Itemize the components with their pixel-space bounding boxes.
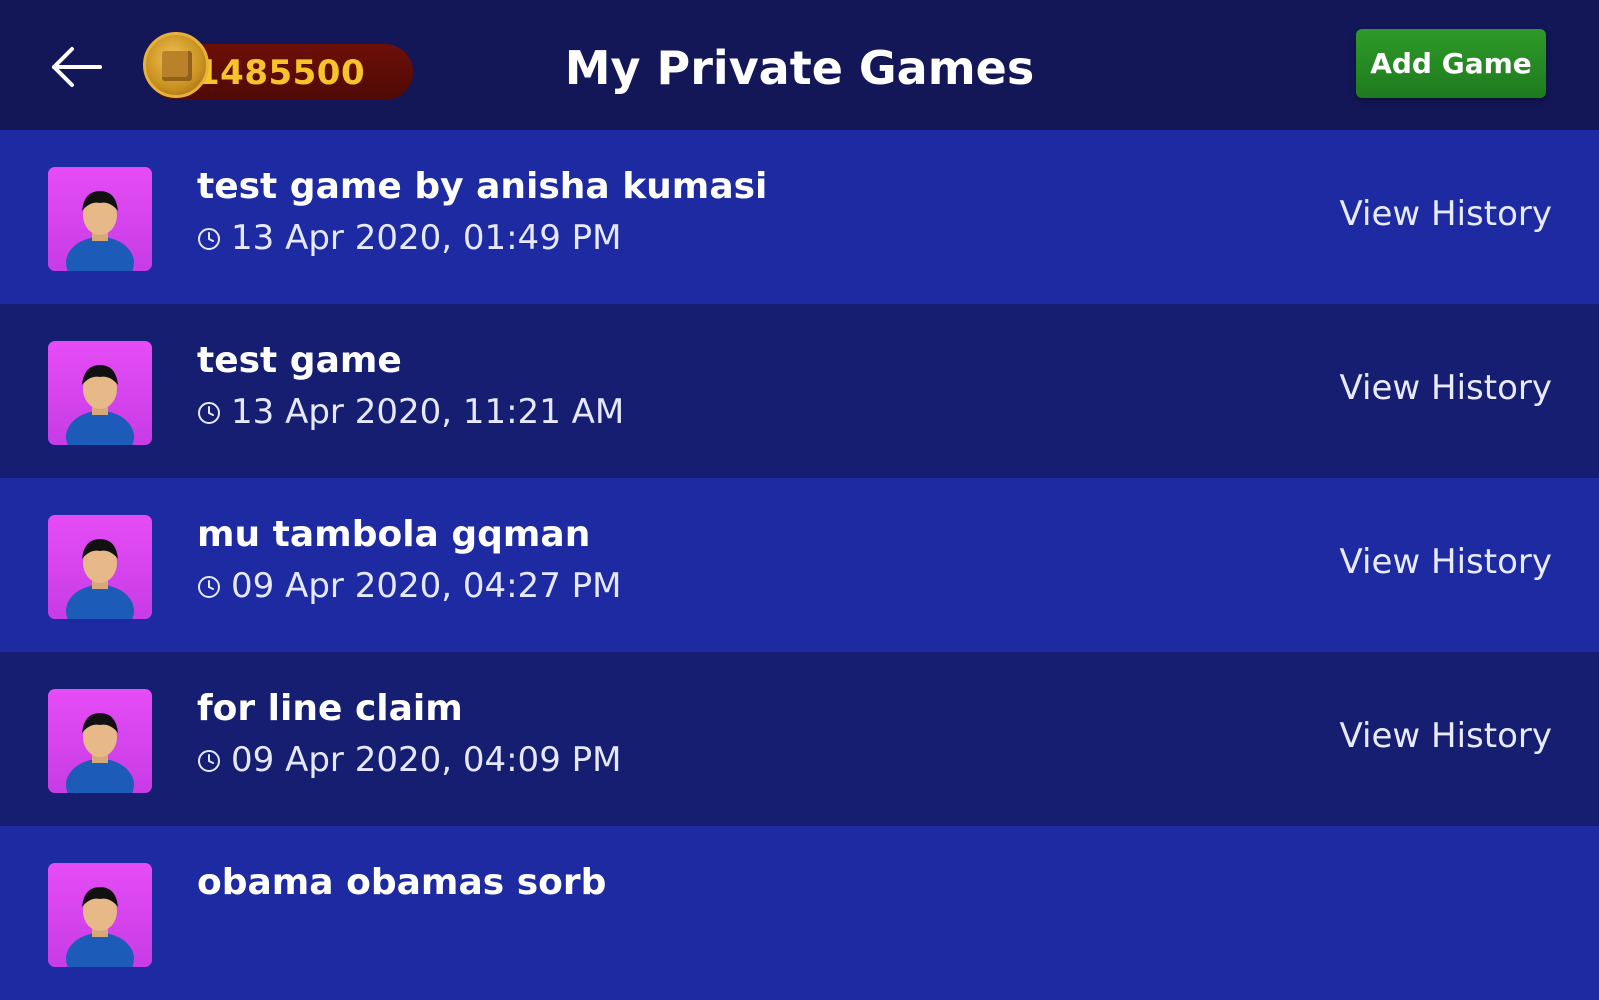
game-datetime-text: 09 Apr 2020, 04:09 PM bbox=[231, 740, 622, 780]
game-row[interactable]: mu tambola gqman 09 Apr 2020, 04:27 PM Vi… bbox=[0, 478, 1599, 652]
game-datetime-text: 13 Apr 2020, 11:21 AM bbox=[231, 392, 625, 432]
user-avatar-icon bbox=[48, 863, 152, 967]
view-history-link[interactable]: View History bbox=[1340, 538, 1552, 586]
game-name: mu tambola gqman bbox=[197, 514, 591, 555]
game-row[interactable]: for line claim 09 Apr 2020, 04:09 PM View… bbox=[0, 652, 1599, 826]
game-row[interactable]: test game 13 Apr 2020, 11:21 AM View Hist… bbox=[0, 304, 1599, 478]
game-name: test game bbox=[197, 340, 402, 381]
game-name: test game by anisha kumasi bbox=[197, 166, 768, 207]
game-datetime: 13 Apr 2020, 11:21 AM bbox=[197, 389, 624, 435]
clock-icon bbox=[198, 750, 220, 772]
user-avatar-icon bbox=[48, 341, 152, 445]
user-avatar-icon bbox=[48, 689, 152, 793]
game-datetime-text: 13 Apr 2020, 01:49 PM bbox=[231, 218, 622, 258]
user-avatar-icon bbox=[48, 167, 152, 271]
clock-icon bbox=[198, 576, 220, 598]
view-history-link[interactable]: View History bbox=[1340, 190, 1552, 238]
game-name: for line claim bbox=[197, 688, 463, 729]
clock-icon bbox=[198, 228, 220, 250]
game-datetime: 09 Apr 2020, 04:27 PM bbox=[197, 563, 621, 609]
game-datetime: 13 Apr 2020, 01:49 PM bbox=[197, 215, 621, 261]
game-datetime-text: 09 Apr 2020, 04:27 PM bbox=[231, 566, 622, 606]
games-list: test game by anisha kumasi 13 Apr 2020, … bbox=[0, 130, 1599, 1000]
game-row[interactable]: obama obamas sorb bbox=[0, 826, 1599, 1000]
game-datetime: 09 Apr 2020, 04:09 PM bbox=[197, 737, 621, 783]
user-avatar-icon bbox=[48, 515, 152, 619]
top-bar: 1485500 My Private Games Add Game bbox=[0, 0, 1599, 130]
view-history-link[interactable]: View History bbox=[1340, 712, 1552, 760]
clock-icon bbox=[198, 402, 220, 424]
view-history-link[interactable]: View History bbox=[1340, 364, 1552, 412]
game-row[interactable]: test game by anisha kumasi 13 Apr 2020, … bbox=[0, 130, 1599, 304]
add-game-button[interactable]: Add Game bbox=[1356, 29, 1546, 98]
